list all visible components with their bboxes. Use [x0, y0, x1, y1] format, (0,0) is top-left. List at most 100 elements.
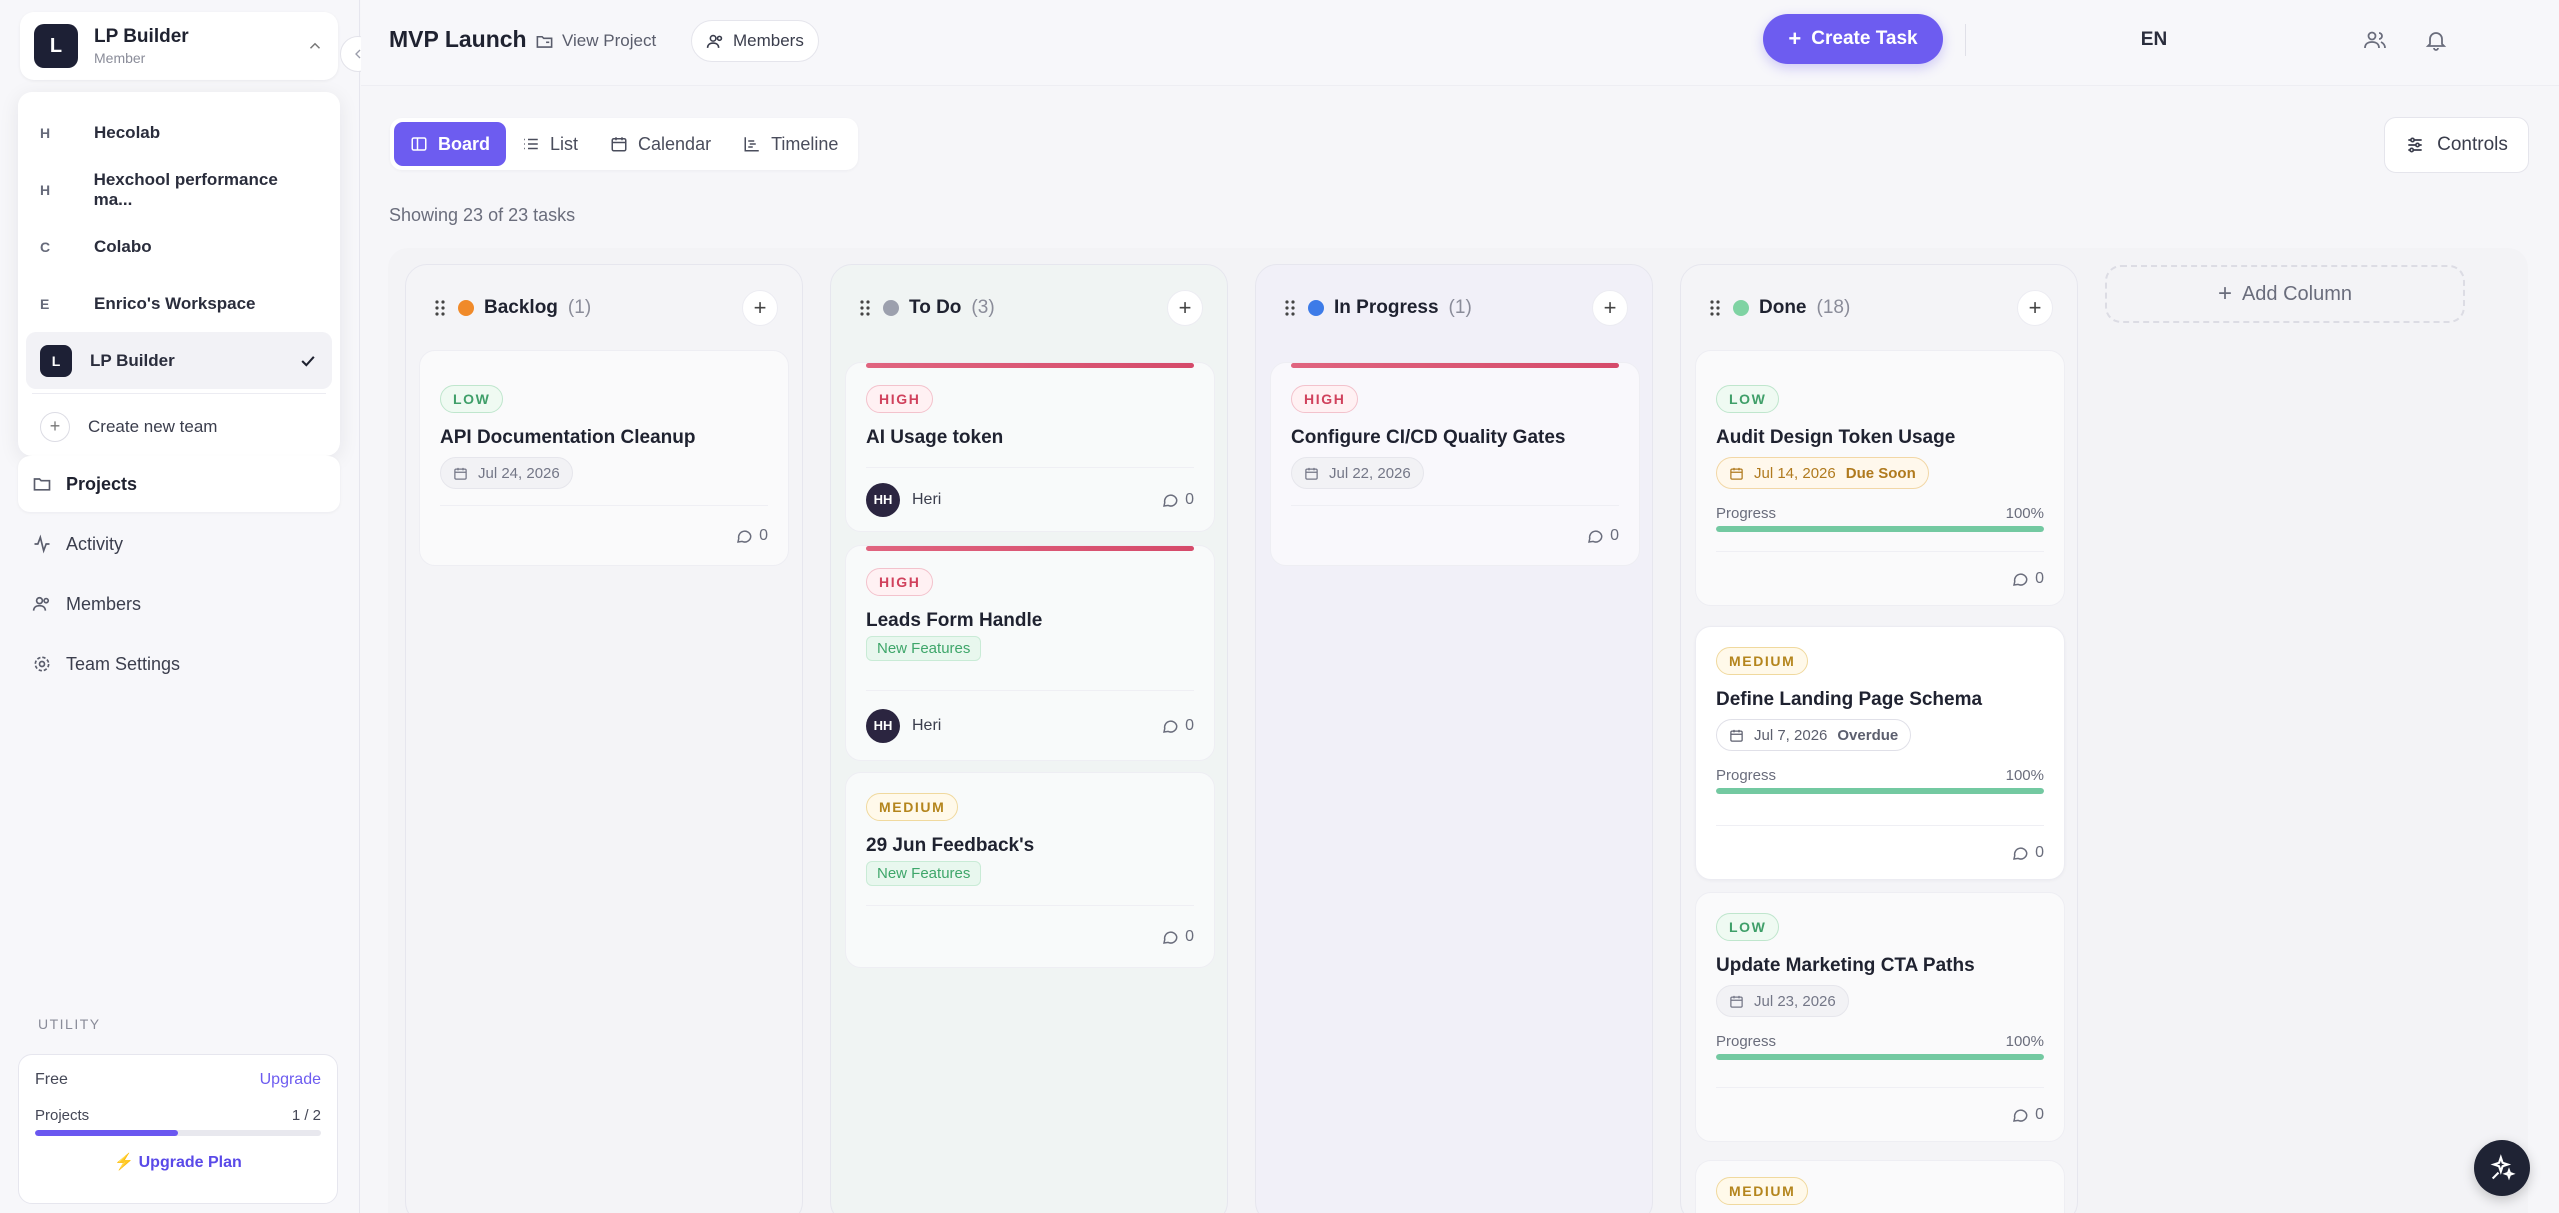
drag-handle-icon[interactable]	[859, 299, 871, 317]
add-task-button[interactable]: +	[1592, 290, 1628, 326]
check-icon	[298, 351, 318, 371]
team-option-hexchool[interactable]: H Hexchool performance ma...	[26, 161, 332, 218]
timeline-icon	[743, 135, 761, 153]
avatar: HH	[866, 482, 900, 517]
progress-bar	[1716, 788, 2044, 794]
language-switch[interactable]: EN	[2129, 22, 2179, 58]
upgrade-plan-button[interactable]: ⚡ Upgrade Plan	[35, 1152, 321, 1172]
team-name: LP Builder	[94, 26, 189, 47]
add-task-button[interactable]: +	[742, 290, 778, 326]
bell-icon[interactable]	[2418, 22, 2454, 58]
sidebar-item-activity[interactable]: Activity	[18, 516, 340, 572]
chevron-up-icon	[306, 37, 324, 55]
calendar-icon	[610, 135, 628, 153]
drag-handle-icon[interactable]	[434, 299, 446, 317]
bolt-icon: ⚡	[114, 1154, 135, 1171]
priority-badge: MEDIUM	[1716, 647, 1809, 675]
assignee-name: Heri	[912, 490, 942, 508]
task-title: Update Marketing CTA Paths	[1716, 955, 1975, 976]
ai-assistant-button[interactable]	[2474, 1140, 2530, 1196]
task-title: Audit Design Token Usage	[1716, 427, 1956, 448]
card-footer: 0	[866, 905, 1194, 967]
priority-badge: LOW	[1716, 385, 1780, 413]
due-date-chip: Jul 7, 2026 Overdue	[1716, 719, 1912, 751]
team-letter: C	[40, 238, 51, 255]
sidebar-item-members[interactable]: Members	[18, 576, 340, 632]
task-card[interactable]: LOW Audit Design Token Usage Jul 14, 202…	[1695, 350, 2065, 606]
card-footer: HH Heri 0	[866, 690, 1194, 760]
task-card[interactable]: HIGH AI Usage token HH Heri 0	[845, 362, 1215, 532]
assignee: HH Heri	[866, 708, 942, 743]
team-members-icon[interactable]	[2357, 22, 2393, 58]
task-card[interactable]: HIGH Configure CI/CD Quality Gates Jul 2…	[1270, 362, 1640, 566]
create-task-button[interactable]: + Create Task	[1763, 14, 1943, 64]
team-option-enrico[interactable]: E Enrico's Workspace	[26, 275, 332, 332]
tab-timeline[interactable]: Timeline	[727, 122, 854, 166]
task-card[interactable]: LOW API Documentation Cleanup Jul 24, 20…	[419, 350, 789, 566]
upgrade-link[interactable]: Upgrade	[260, 1071, 321, 1089]
due-date: Jul 22, 2026	[1329, 464, 1411, 482]
gear-icon	[32, 654, 52, 674]
priority-badge: HIGH	[866, 568, 934, 596]
task-card[interactable]: LOW Update Marketing CTA Paths Jul 23, 2…	[1695, 892, 2065, 1142]
due-status: Overdue	[1837, 726, 1899, 744]
sidebar-item-team-settings[interactable]: Team Settings	[18, 636, 340, 692]
status-dot	[1733, 300, 1749, 316]
task-card[interactable]: MEDIUM	[1695, 1160, 2065, 1213]
tab-board[interactable]: Board	[394, 122, 507, 166]
progress-fill	[1716, 1054, 2044, 1060]
tab-calendar[interactable]: Calendar	[594, 122, 727, 166]
team-role: Member	[94, 50, 146, 66]
add-task-button[interactable]: +	[1167, 290, 1203, 326]
controls-button[interactable]: Controls	[2384, 117, 2529, 173]
column-header: To Do (3) +	[831, 265, 1227, 351]
divider	[32, 393, 326, 394]
plan-card: Free Upgrade Projects 1 / 2 ⚡ Upgrade Pl…	[18, 1054, 338, 1204]
team-option-hecolab[interactable]: H Hecolab	[26, 104, 332, 161]
due-status: Due Soon	[1845, 464, 1916, 482]
projects-usage-bar	[35, 1130, 321, 1136]
create-team-button[interactable]: + Create new team	[26, 398, 332, 455]
tab-label: Board	[438, 133, 491, 154]
members-button[interactable]: Members	[691, 20, 819, 62]
top-bar: MVP Launch View Project Members	[361, 0, 2559, 86]
add-task-button[interactable]: +	[2017, 290, 2053, 326]
progress-label: Progress	[1716, 505, 1777, 522]
team-avatar: L	[34, 24, 78, 68]
task-card[interactable]: MEDIUM Define Landing Page Schema Jul 7,…	[1695, 626, 2065, 880]
team-letter: E	[40, 295, 50, 312]
column-header: Done (18) +	[1681, 265, 2077, 351]
progress-fill	[1716, 526, 2044, 532]
task-count-text: Showing 23 of 23 tasks	[389, 205, 576, 225]
card-footer: HH Heri 0	[866, 467, 1194, 531]
task-card[interactable]: HIGH Leads Form Handle New Features HH H…	[845, 545, 1215, 761]
controls-label: Controls	[2437, 134, 2508, 155]
task-title: 29 Jun Feedback's	[866, 835, 1035, 856]
plus-icon: +	[1788, 26, 1802, 51]
add-column-label: Add Column	[2241, 282, 2353, 305]
team-option-colabo[interactable]: C Colabo	[26, 218, 332, 275]
projects-usage-label: Projects	[35, 1107, 90, 1124]
due-date: Jul 14, 2026	[1754, 464, 1836, 482]
progress-bar	[1716, 1054, 2044, 1060]
sidebar-item-projects[interactable]: Projects	[18, 456, 340, 512]
users-icon	[32, 594, 52, 614]
drag-handle-icon[interactable]	[1709, 299, 1721, 317]
projects-usage-fill	[35, 1130, 178, 1136]
team-option-lp-builder[interactable]: L LP Builder	[26, 332, 332, 389]
comment-icon	[2011, 1106, 2029, 1124]
task-card[interactable]: MEDIUM 29 Jun Feedback's New Features 0	[845, 772, 1215, 968]
view-project-link[interactable]: View Project	[521, 20, 670, 62]
tab-list[interactable]: List	[506, 122, 594, 166]
sidebar-item-label: Activity	[66, 533, 124, 554]
team-switcher[interactable]: L LP Builder Member	[20, 12, 338, 80]
column-count: (1)	[1448, 297, 1472, 318]
avatar: HH	[866, 708, 900, 743]
add-column-button[interactable]: + Add Column	[2105, 265, 2465, 323]
drag-handle-icon[interactable]	[1284, 299, 1296, 317]
plus-icon: +	[40, 411, 70, 442]
team-option-label: LP Builder	[90, 350, 175, 370]
task-title: Configure CI/CD Quality Gates	[1291, 427, 1566, 448]
column-header: In Progress (1) +	[1256, 265, 1652, 351]
assignee-name: Heri	[912, 716, 942, 734]
